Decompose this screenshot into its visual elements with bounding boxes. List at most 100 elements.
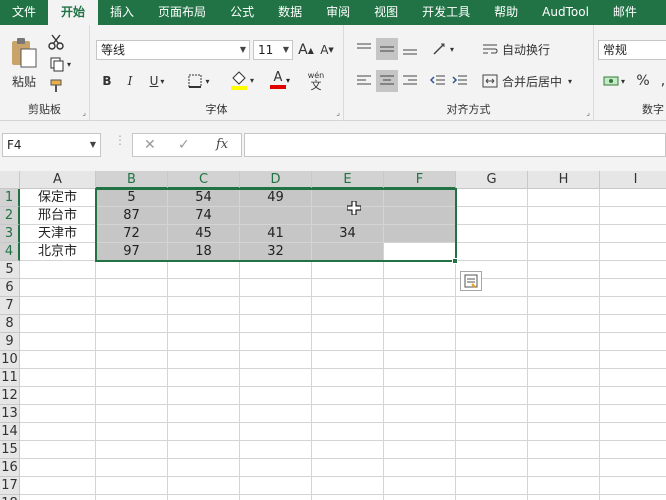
middle-align-button[interactable] — [376, 38, 398, 60]
cell-e12[interactable] — [312, 387, 384, 405]
row-header-17[interactable]: 17 — [0, 477, 20, 495]
row-header-4[interactable]: 4 — [0, 243, 20, 261]
cell-a16[interactable] — [20, 459, 96, 477]
cell-b9[interactable] — [96, 333, 168, 351]
cell-b18[interactable] — [96, 495, 168, 500]
cell-e13[interactable] — [312, 405, 384, 423]
cell-b1[interactable]: 5 — [96, 189, 168, 207]
cell-h4[interactable] — [528, 243, 600, 261]
cell-g11[interactable] — [456, 369, 528, 387]
tab-insert[interactable]: 插入 — [98, 0, 146, 25]
cell-c14[interactable] — [168, 423, 240, 441]
cell-f3[interactable] — [384, 225, 456, 243]
cell-d9[interactable] — [240, 333, 312, 351]
cell-c12[interactable] — [168, 387, 240, 405]
cell-d5[interactable] — [240, 261, 312, 279]
cell-a7[interactable] — [20, 297, 96, 315]
cell-i2[interactable] — [600, 207, 666, 225]
cell-f5[interactable] — [384, 261, 456, 279]
chevron-down-icon[interactable]: ▾ — [286, 76, 290, 85]
cell-g3[interactable] — [456, 225, 528, 243]
cell-d7[interactable] — [240, 297, 312, 315]
cell-b2[interactable]: 87 — [96, 207, 168, 225]
cut-button[interactable] — [46, 33, 66, 51]
cell-d6[interactable] — [240, 279, 312, 297]
underline-button[interactable]: U ▾ — [144, 71, 170, 91]
row-header-1[interactable]: 1 — [0, 189, 20, 207]
cell-g2[interactable] — [456, 207, 528, 225]
cell-e11[interactable] — [312, 369, 384, 387]
cell-i13[interactable] — [600, 405, 666, 423]
cell-g1[interactable] — [456, 189, 528, 207]
insert-function-icon[interactable]: fx — [216, 133, 228, 157]
cell-c6[interactable] — [168, 279, 240, 297]
cell-c7[interactable] — [168, 297, 240, 315]
cell-f6[interactable] — [384, 279, 456, 297]
cell-b7[interactable] — [96, 297, 168, 315]
cell-f12[interactable] — [384, 387, 456, 405]
merge-center-button[interactable]: 合并后居中 ▾ — [482, 71, 580, 91]
font-size-combo[interactable]: 11 ▼ — [253, 40, 293, 60]
cell-c11[interactable] — [168, 369, 240, 387]
tab-data[interactable]: 数据 — [266, 0, 314, 25]
bold-button[interactable]: B — [98, 71, 116, 91]
cell-c1[interactable]: 54 — [168, 189, 240, 207]
column-header-g[interactable]: G — [456, 171, 528, 189]
cell-f4[interactable] — [384, 243, 456, 261]
cell-e3[interactable]: 34 — [312, 225, 384, 243]
cell-h18[interactable] — [528, 495, 600, 500]
cell-f18[interactable] — [384, 495, 456, 500]
fill-color-button[interactable]: ▾ — [226, 69, 258, 91]
cell-i15[interactable] — [600, 441, 666, 459]
cell-b12[interactable] — [96, 387, 168, 405]
cell-g7[interactable] — [456, 297, 528, 315]
cell-c13[interactable] — [168, 405, 240, 423]
tab-developer[interactable]: 开发工具 — [410, 0, 482, 25]
cell-c5[interactable] — [168, 261, 240, 279]
cell-g13[interactable] — [456, 405, 528, 423]
row-header-3[interactable]: 3 — [0, 225, 20, 243]
cell-h10[interactable] — [528, 351, 600, 369]
cell-i3[interactable] — [600, 225, 666, 243]
row-header-2[interactable]: 2 — [0, 207, 20, 225]
cell-a1[interactable]: 保定市 — [20, 189, 96, 207]
increase-indent-button[interactable] — [450, 71, 470, 91]
paste-button[interactable]: 粘贴 — [6, 33, 42, 93]
cell-c15[interactable] — [168, 441, 240, 459]
orientation-button[interactable]: ▾ — [428, 39, 458, 59]
column-header-i[interactable]: I — [600, 171, 666, 189]
cell-d10[interactable] — [240, 351, 312, 369]
cell-i9[interactable] — [600, 333, 666, 351]
cell-g10[interactable] — [456, 351, 528, 369]
cell-e6[interactable] — [312, 279, 384, 297]
formula-input[interactable] — [244, 133, 666, 157]
cell-h13[interactable] — [528, 405, 600, 423]
row-header-18[interactable]: 18 — [0, 495, 20, 500]
cell-f9[interactable] — [384, 333, 456, 351]
cell-b15[interactable] — [96, 441, 168, 459]
cell-b4[interactable]: 97 — [96, 243, 168, 261]
tab-mail[interactable]: 邮件 — [601, 0, 649, 25]
phonetic-button[interactable]: wén 文 — [302, 69, 330, 93]
dialog-launcher-icon[interactable]: ⌟ — [82, 108, 86, 117]
row-header-14[interactable]: 14 — [0, 423, 20, 441]
cell-e16[interactable] — [312, 459, 384, 477]
cell-i18[interactable] — [600, 495, 666, 500]
cell-a6[interactable] — [20, 279, 96, 297]
cell-b11[interactable] — [96, 369, 168, 387]
row-header-10[interactable]: 10 — [0, 351, 20, 369]
cell-c4[interactable]: 18 — [168, 243, 240, 261]
column-header-e[interactable]: E — [312, 171, 384, 189]
cell-i1[interactable] — [600, 189, 666, 207]
cell-i8[interactable] — [600, 315, 666, 333]
row-header-15[interactable]: 15 — [0, 441, 20, 459]
decrease-indent-button[interactable] — [428, 71, 448, 91]
cell-d8[interactable] — [240, 315, 312, 333]
cell-b14[interactable] — [96, 423, 168, 441]
cell-c3[interactable]: 45 — [168, 225, 240, 243]
cell-e15[interactable] — [312, 441, 384, 459]
comma-button[interactable]: , — [656, 71, 666, 91]
cell-b6[interactable] — [96, 279, 168, 297]
cell-c8[interactable] — [168, 315, 240, 333]
cell-d16[interactable] — [240, 459, 312, 477]
